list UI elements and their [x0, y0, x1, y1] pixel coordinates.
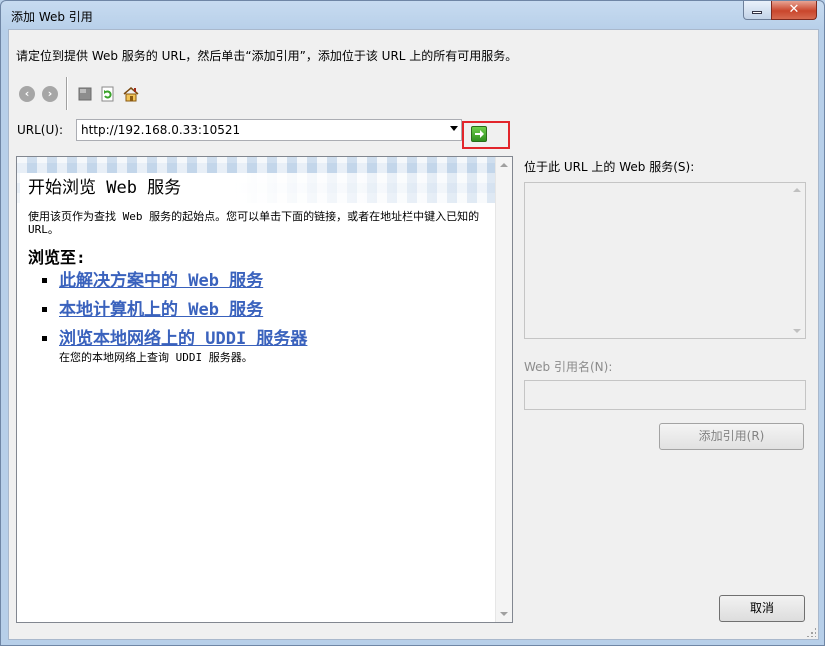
- bullet-icon: [42, 278, 47, 283]
- minimize-icon: [752, 11, 762, 14]
- chevron-down-icon[interactable]: [450, 126, 458, 131]
- refresh-icon[interactable]: [100, 86, 116, 102]
- services-label: 位于此 URL 上的 Web 服务(S):: [524, 160, 695, 174]
- banner: 开始浏览 Web 服务: [17, 157, 495, 203]
- title-bar[interactable]: 添加 Web 引用 ✕: [1, 1, 824, 29]
- window-title: 添加 Web 引用: [11, 10, 93, 24]
- instruction-text: 请定位到提供 Web 服务的 URL，然后单击“添加引用”，添加位于该 URL …: [16, 49, 518, 63]
- close-icon: ✕: [788, 2, 800, 17]
- stop-icon[interactable]: [77, 86, 93, 102]
- back-icon[interactable]: ‹: [19, 86, 35, 102]
- bullet-icon: [42, 307, 47, 312]
- minimize-button[interactable]: [743, 1, 772, 20]
- refname-input[interactable]: [524, 380, 806, 410]
- browser-scrollbar[interactable]: [495, 157, 512, 622]
- dialog-client-area: 请定位到提供 Web 服务的 URL，然后单击“添加引用”，添加位于该 URL …: [8, 29, 819, 640]
- go-button[interactable]: [471, 126, 487, 142]
- forward-icon[interactable]: ›: [42, 86, 58, 102]
- scroll-down-icon[interactable]: [793, 329, 801, 333]
- services-scrollbar[interactable]: [789, 183, 805, 338]
- url-input[interactable]: http://192.168.0.33:10521: [76, 119, 462, 141]
- link-local-machine-services[interactable]: 本地计算机上的 Web 服务: [59, 295, 263, 320]
- browse-heading: 浏览至:: [28, 248, 86, 267]
- intro-text: 使用该页作为查找 Web 服务的起始点。您可以单击下面的链接，或者在地址栏中键入…: [28, 210, 480, 236]
- add-reference-button[interactable]: 添加引用(R): [659, 423, 804, 450]
- banner-title: 开始浏览 Web 服务: [20, 173, 495, 203]
- add-web-reference-dialog: 添加 Web 引用 ✕ 请定位到提供 Web 服务的 URL，然后单击“添加引用…: [0, 0, 825, 646]
- browser-toolbar: ‹ ›: [17, 77, 217, 113]
- link-solution-services[interactable]: 此解决方案中的 Web 服务: [59, 266, 263, 291]
- uddi-description: 在您的本地网络上查询 UDDI 服务器。: [59, 351, 253, 364]
- home-icon[interactable]: [123, 86, 139, 102]
- bullet-icon: [42, 336, 47, 341]
- toolbar-separator: [66, 77, 68, 110]
- scroll-up-icon[interactable]: [793, 188, 801, 192]
- arrow-right-icon: [475, 130, 484, 138]
- link-uddi-servers[interactable]: 浏览本地网络上的 UDDI 服务器: [59, 324, 307, 349]
- refname-label: Web 引用名(N):: [524, 360, 613, 374]
- url-label: URL(U):: [17, 123, 63, 137]
- scroll-down-icon[interactable]: [500, 612, 508, 616]
- scroll-up-icon[interactable]: [500, 163, 508, 167]
- browser-pane: 开始浏览 Web 服务 使用该页作为查找 Web 服务的起始点。您可以单击下面的…: [16, 156, 513, 623]
- close-button[interactable]: ✕: [771, 1, 817, 20]
- services-list[interactable]: [524, 182, 806, 339]
- resize-grip[interactable]: [806, 627, 816, 637]
- cancel-button[interactable]: 取消: [719, 595, 805, 622]
- url-value: http://192.168.0.33:10521: [81, 123, 241, 137]
